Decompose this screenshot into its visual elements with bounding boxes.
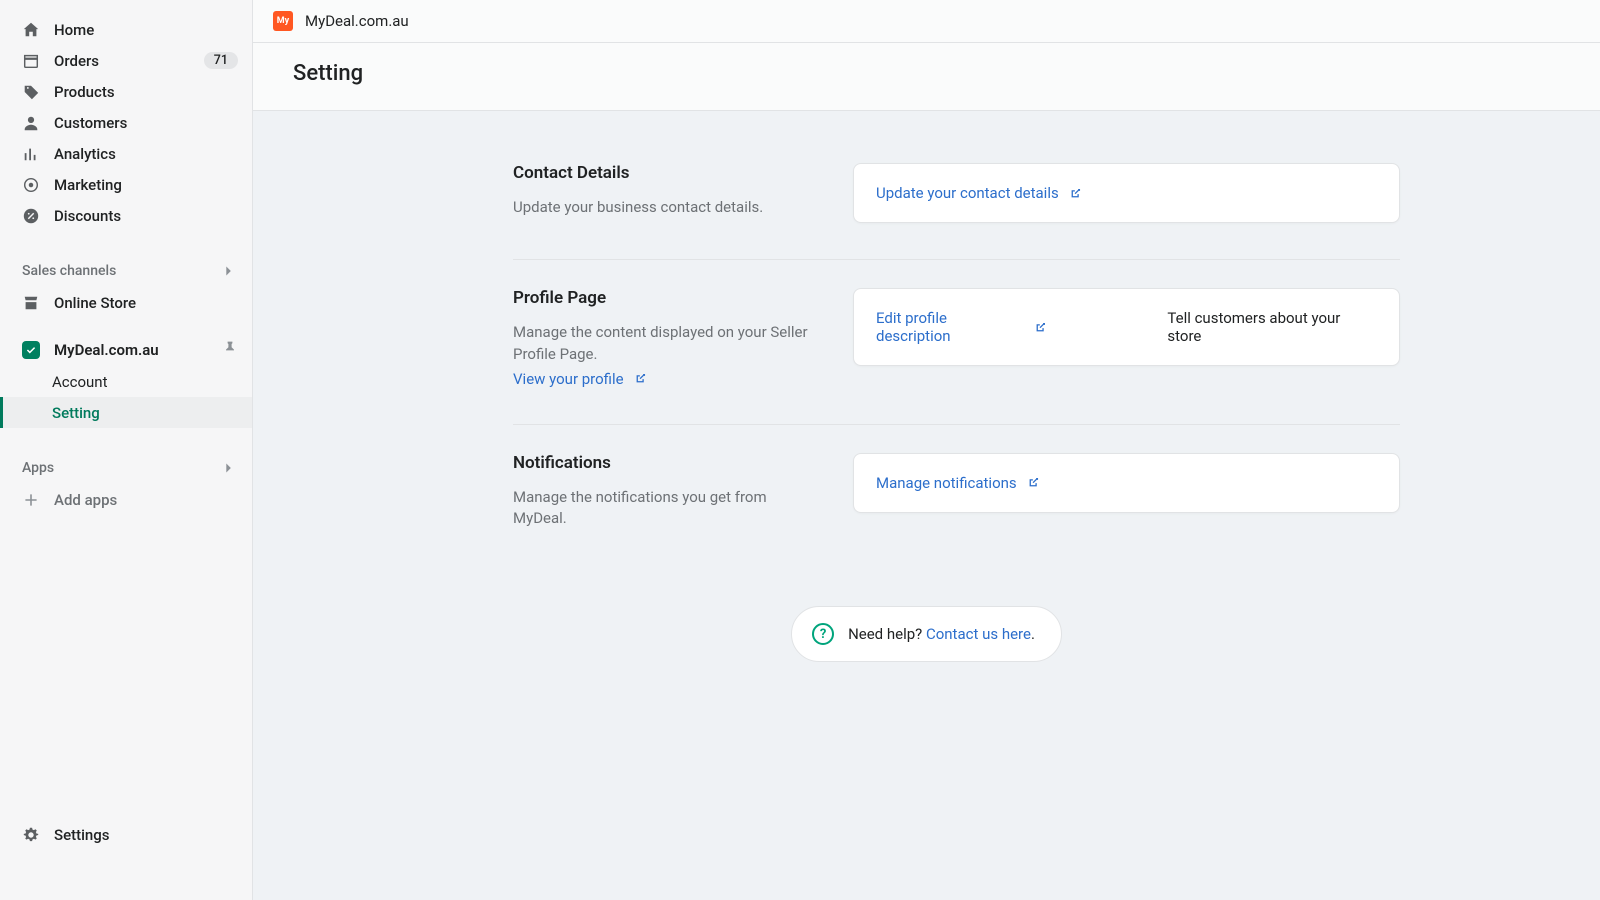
- nav-label: Analytics: [54, 145, 238, 163]
- page-title: Setting: [293, 61, 1560, 86]
- nav-label: Customers: [54, 114, 238, 132]
- nav-mydeal-account[interactable]: Account: [0, 366, 252, 397]
- person-icon: [22, 114, 40, 132]
- external-link-icon: [1069, 187, 1082, 200]
- nav-marketing[interactable]: Marketing: [0, 169, 252, 200]
- help-text: Need help? Contact us here.: [848, 625, 1035, 643]
- section-title: Contact Details: [513, 163, 813, 183]
- section-description: Manage the notifications you get from My…: [513, 487, 813, 531]
- card-profile: Edit profile description Tell customers …: [853, 288, 1400, 366]
- manage-notifications-link[interactable]: Manage notifications: [876, 474, 1040, 492]
- store-icon: [22, 294, 40, 312]
- update-contact-details-link[interactable]: Update your contact details: [876, 184, 1082, 202]
- section-description: Update your business contact details.: [513, 197, 813, 219]
- page-header: Setting: [253, 43, 1600, 111]
- nav-label: Orders: [54, 52, 190, 70]
- pin-icon[interactable]: [222, 340, 238, 360]
- link-label: Update your contact details: [876, 184, 1059, 202]
- nav-label: Marketing: [54, 176, 238, 194]
- plus-icon: [22, 491, 40, 509]
- nav-settings[interactable]: Settings: [0, 819, 252, 850]
- section-title: Notifications: [513, 453, 813, 473]
- sub-nav-label: Account: [52, 373, 108, 391]
- link-label: Edit profile description: [876, 309, 1024, 345]
- section-description: Manage the content displayed on your Sel…: [513, 322, 813, 366]
- help-pill: ? Need help? Contact us here.: [791, 606, 1062, 662]
- discount-icon: [22, 207, 40, 225]
- link-label: Manage notifications: [876, 474, 1017, 492]
- edit-profile-description-link[interactable]: Edit profile description: [876, 309, 1047, 345]
- tag-icon: [22, 83, 40, 101]
- home-icon: [22, 21, 40, 39]
- app-logo-icon: My: [273, 11, 293, 31]
- orders-badge: 71: [204, 52, 238, 69]
- gear-icon: [22, 826, 40, 844]
- external-link-icon: [1027, 476, 1040, 489]
- nav-analytics[interactable]: Analytics: [0, 138, 252, 169]
- bar-chart-icon: [22, 145, 40, 163]
- section-label: Apps: [22, 460, 54, 476]
- apps-header[interactable]: Apps: [0, 452, 252, 484]
- nav-online-store[interactable]: Online Store: [0, 287, 252, 318]
- section-contact-details: Contact Details Update your business con…: [513, 135, 1400, 259]
- sidebar: Home Orders 71 Products Customers Analyt…: [0, 0, 253, 900]
- card-notifications: Manage notifications: [853, 453, 1400, 513]
- nav-label: Products: [54, 83, 238, 101]
- nav-label: Add apps: [54, 491, 238, 509]
- section-profile-page: Profile Page Manage the content displaye…: [513, 259, 1400, 424]
- view-profile-link[interactable]: View your profile: [513, 370, 647, 388]
- target-icon: [22, 176, 40, 194]
- help-suffix: .: [1031, 625, 1035, 643]
- help-prefix: Need help?: [848, 625, 926, 643]
- app-name: MyDeal.com.au: [305, 12, 409, 30]
- nav-label: Discounts: [54, 207, 238, 225]
- profile-hint-text: Tell customers about your store: [1167, 309, 1377, 345]
- content: Contact Details Update your business con…: [253, 111, 1600, 900]
- contact-us-link[interactable]: Contact us here: [926, 625, 1031, 643]
- section-title: Profile Page: [513, 288, 813, 308]
- nav-discounts[interactable]: Discounts: [0, 200, 252, 231]
- nav-mydeal-app[interactable]: MyDeal.com.au: [0, 334, 252, 366]
- nav-customers[interactable]: Customers: [0, 107, 252, 138]
- nav-label: Online Store: [54, 294, 238, 312]
- sales-channels-header[interactable]: Sales channels: [0, 255, 252, 287]
- nav-mydeal-setting[interactable]: Setting: [0, 397, 252, 428]
- nav-orders[interactable]: Orders 71: [0, 45, 252, 76]
- nav-home[interactable]: Home: [0, 14, 252, 45]
- link-label: View your profile: [513, 370, 624, 388]
- external-link-icon: [634, 372, 647, 385]
- chevron-right-icon: [220, 459, 238, 477]
- nav-label: MyDeal.com.au: [54, 341, 208, 359]
- external-link-icon: [1034, 321, 1047, 334]
- nav-products[interactable]: Products: [0, 76, 252, 107]
- card-contact: Update your contact details: [853, 163, 1400, 223]
- main: My MyDeal.com.au Setting Contact Details…: [253, 0, 1600, 900]
- topbar: My MyDeal.com.au: [253, 0, 1600, 43]
- orders-icon: [22, 52, 40, 70]
- nav-add-apps[interactable]: Add apps: [0, 484, 252, 515]
- nav-label: Home: [54, 21, 238, 39]
- section-notifications: Notifications Manage the notifications y…: [513, 424, 1400, 567]
- mydeal-app-icon: [22, 341, 40, 359]
- nav-label: Settings: [54, 826, 238, 844]
- sub-nav-label: Setting: [52, 404, 100, 422]
- chevron-right-icon: [220, 262, 238, 280]
- section-label: Sales channels: [22, 263, 116, 279]
- help-icon: ?: [812, 623, 834, 645]
